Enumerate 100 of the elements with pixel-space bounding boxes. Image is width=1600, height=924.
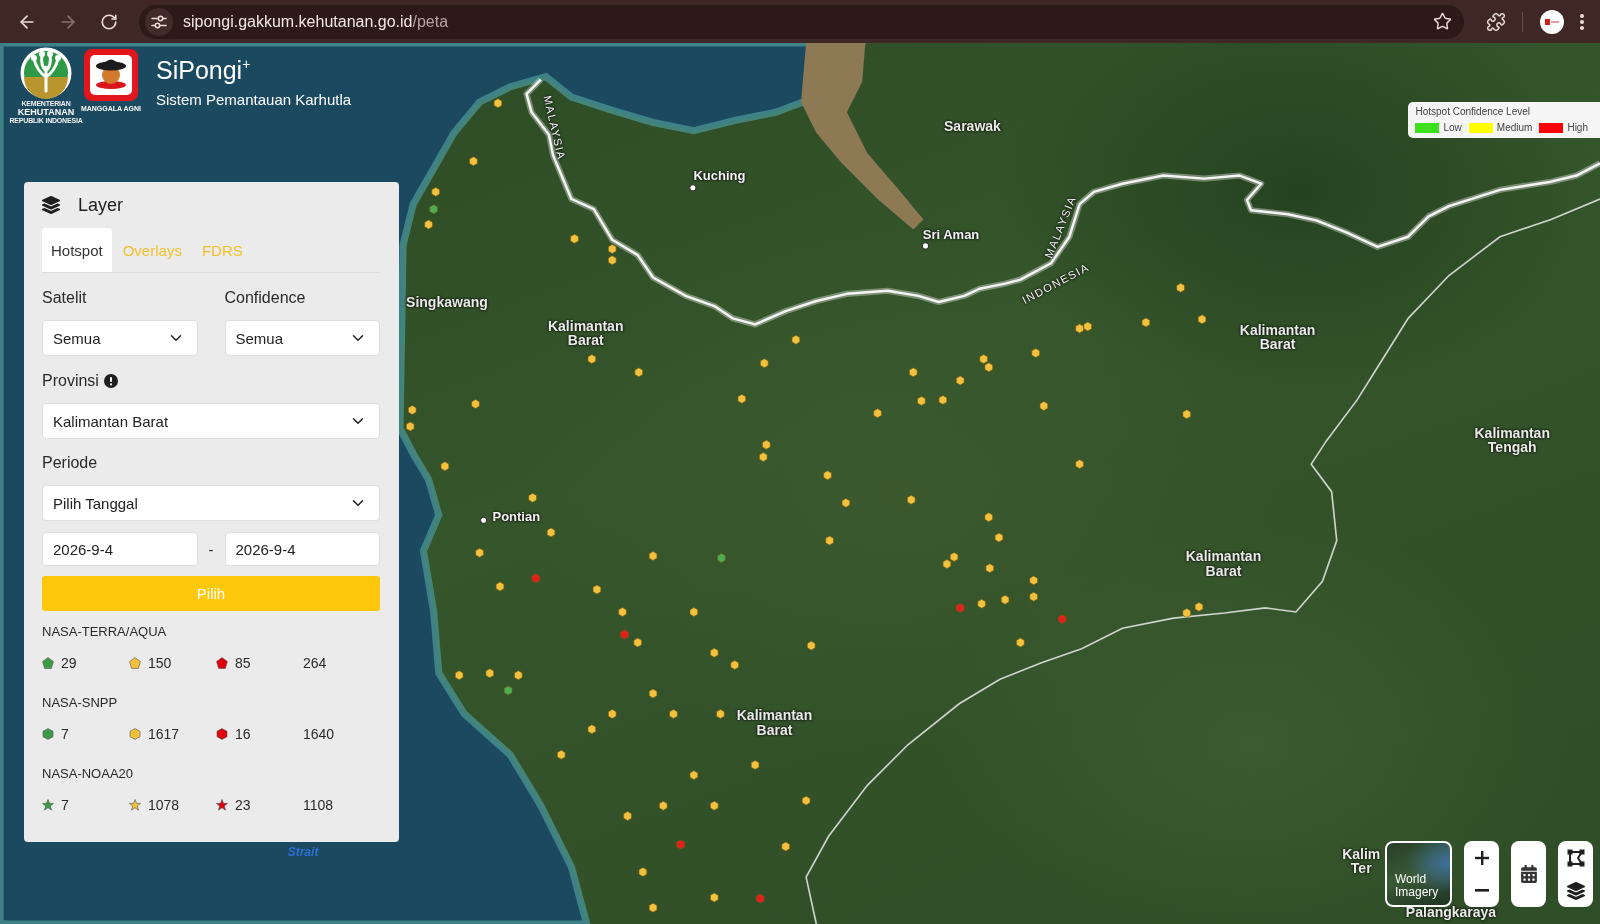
hotspot-marker-icon[interactable]: [1016, 637, 1025, 648]
hotspot-marker-icon[interactable]: [1039, 401, 1049, 411]
hotspot-marker-icon[interactable]: [608, 255, 617, 265]
hotspot-marker-icon[interactable]: [1075, 323, 1084, 334]
hotspot-marker-icon[interactable]: [956, 603, 965, 613]
hotspot-marker-icon[interactable]: [623, 811, 632, 821]
period-select[interactable]: Pilih Tanggal: [42, 485, 380, 521]
menu-button[interactable]: [1580, 13, 1584, 30]
hotspot-marker-icon[interactable]: [455, 670, 464, 680]
hotspot-marker-icon[interactable]: [762, 439, 771, 450]
hotspot-marker-icon[interactable]: [710, 647, 719, 658]
hotspot-marker-icon[interactable]: [514, 670, 523, 680]
hotspot-marker-icon[interactable]: [608, 244, 617, 254]
hotspot-marker-icon[interactable]: [781, 841, 790, 852]
hotspot-marker-icon[interactable]: [504, 685, 513, 696]
hotspot-marker-icon[interactable]: [429, 204, 438, 214]
hotspot-marker-icon[interactable]: [608, 709, 617, 719]
hotspot-marker-icon[interactable]: [475, 548, 484, 558]
tab[interactable]: Hotspot: [42, 228, 112, 272]
hotspot-marker-icon[interactable]: [760, 358, 769, 368]
hotspot-marker-icon[interactable]: [495, 581, 505, 592]
hotspot-marker-icon[interactable]: [570, 234, 579, 244]
hotspot-marker-icon[interactable]: [994, 532, 1004, 543]
hotspot-marker-icon[interactable]: [873, 408, 882, 418]
bookmark-button[interactable]: [1433, 12, 1452, 31]
profile-button[interactable]: [1540, 9, 1564, 34]
hotspot-marker-icon[interactable]: [710, 892, 719, 903]
hotspot-marker-icon[interactable]: [807, 640, 816, 651]
hotspot-marker-icon[interactable]: [485, 668, 494, 678]
hotspot-marker-icon[interactable]: [750, 760, 760, 770]
hotspot-marker-icon[interactable]: [689, 607, 699, 617]
hotspot-marker-icon[interactable]: [1176, 282, 1185, 293]
hotspot-marker-icon[interactable]: [1141, 317, 1151, 328]
hotspot-marker-icon[interactable]: [938, 395, 948, 405]
hotspot-marker-icon[interactable]: [977, 599, 986, 609]
hotspot-marker-icon[interactable]: [648, 902, 658, 913]
end-date-input[interactable]: 2026-9-4: [224, 532, 380, 566]
filter-select[interactable]: Semua: [42, 320, 198, 356]
hotspot-marker-icon[interactable]: [825, 535, 834, 546]
hotspot-marker-icon[interactable]: [730, 660, 739, 670]
hotspot-marker-icon[interactable]: [737, 394, 746, 404]
hotspot-marker-icon[interactable]: [1194, 602, 1204, 612]
hotspot-marker-icon[interactable]: [756, 893, 765, 904]
hotspot-marker-icon[interactable]: [618, 607, 627, 617]
hotspot-marker-icon[interactable]: [1197, 314, 1207, 325]
hotspot-marker-icon[interactable]: [469, 156, 478, 167]
hotspot-marker-icon[interactable]: [1075, 459, 1084, 469]
hotspot-marker-icon[interactable]: [942, 559, 952, 569]
hotspot-marker-icon[interactable]: [587, 724, 596, 735]
hotspot-marker-icon[interactable]: [406, 421, 415, 432]
hotspot-marker-icon[interactable]: [440, 461, 450, 471]
basemap-button[interactable]: World Imagery: [1385, 841, 1452, 907]
start-date-input[interactable]: 2026-9-4: [42, 532, 198, 566]
hotspot-marker-icon[interactable]: [669, 709, 678, 719]
hotspot-marker-icon[interactable]: [710, 800, 719, 811]
hotspot-marker-icon[interactable]: [408, 405, 417, 415]
hotspot-marker-icon[interactable]: [620, 629, 629, 640]
hotspot-marker-icon[interactable]: [648, 688, 658, 699]
hotspot-marker-icon[interactable]: [907, 495, 916, 505]
hotspot-marker-icon[interactable]: [592, 584, 602, 595]
hotspot-marker-icon[interactable]: [1000, 594, 1010, 605]
hotspot-marker-icon[interactable]: [917, 396, 926, 406]
hotspot-marker-icon[interactable]: [1029, 591, 1038, 602]
hotspot-marker-icon[interactable]: [587, 354, 596, 364]
hotspot-marker-icon[interactable]: [633, 637, 642, 648]
hotspot-marker-icon[interactable]: [979, 354, 988, 364]
hotspot-marker-icon[interactable]: [759, 452, 768, 462]
site-info-button[interactable]: [145, 7, 173, 36]
hotspot-marker-icon[interactable]: [841, 498, 851, 508]
hotspot-marker-icon[interactable]: [431, 187, 440, 197]
hotspot-marker-icon[interactable]: [1031, 348, 1040, 358]
hotspot-marker-icon[interactable]: [493, 98, 503, 108]
hotspot-marker-icon[interactable]: [717, 553, 726, 563]
hotspot-marker-icon[interactable]: [791, 334, 801, 345]
hotspot-marker-icon[interactable]: [801, 795, 811, 806]
hotspot-marker-icon[interactable]: [1029, 575, 1038, 586]
hotspot-marker-icon[interactable]: [659, 800, 668, 811]
hotspot-marker-icon[interactable]: [1058, 614, 1067, 624]
hotspot-marker-icon[interactable]: [676, 839, 685, 850]
hotspot-marker-icon[interactable]: [1182, 608, 1191, 618]
hotspot-marker-icon[interactable]: [909, 367, 918, 378]
hotspot-marker-icon[interactable]: [424, 219, 433, 230]
hotspot-marker-icon[interactable]: [823, 470, 832, 481]
hotspot-marker-icon[interactable]: [689, 770, 699, 780]
hotspot-marker-icon[interactable]: [1182, 409, 1191, 419]
address-bar[interactable]: sipongi.gakkum.kehutanan.go.id/peta: [139, 4, 1464, 39]
hotspot-marker-icon[interactable]: [634, 367, 643, 378]
hotspot-marker-icon[interactable]: [984, 512, 993, 522]
hotspot-marker-icon[interactable]: [1083, 321, 1092, 332]
hotspot-marker-icon[interactable]: [716, 709, 725, 719]
hotspot-marker-icon[interactable]: [949, 552, 959, 562]
hotspot-marker-icon[interactable]: [638, 867, 648, 877]
calendar-button[interactable]: [1511, 841, 1546, 907]
hotspot-marker-icon[interactable]: [528, 493, 537, 503]
extensions-button[interactable]: [1486, 11, 1506, 32]
filter-select[interactable]: Semua: [224, 320, 380, 356]
hotspot-marker-icon[interactable]: [546, 527, 556, 538]
hotspot-marker-icon[interactable]: [531, 573, 540, 584]
hotspot-marker-icon[interactable]: [648, 551, 658, 561]
hotspot-marker-icon[interactable]: [984, 362, 993, 373]
